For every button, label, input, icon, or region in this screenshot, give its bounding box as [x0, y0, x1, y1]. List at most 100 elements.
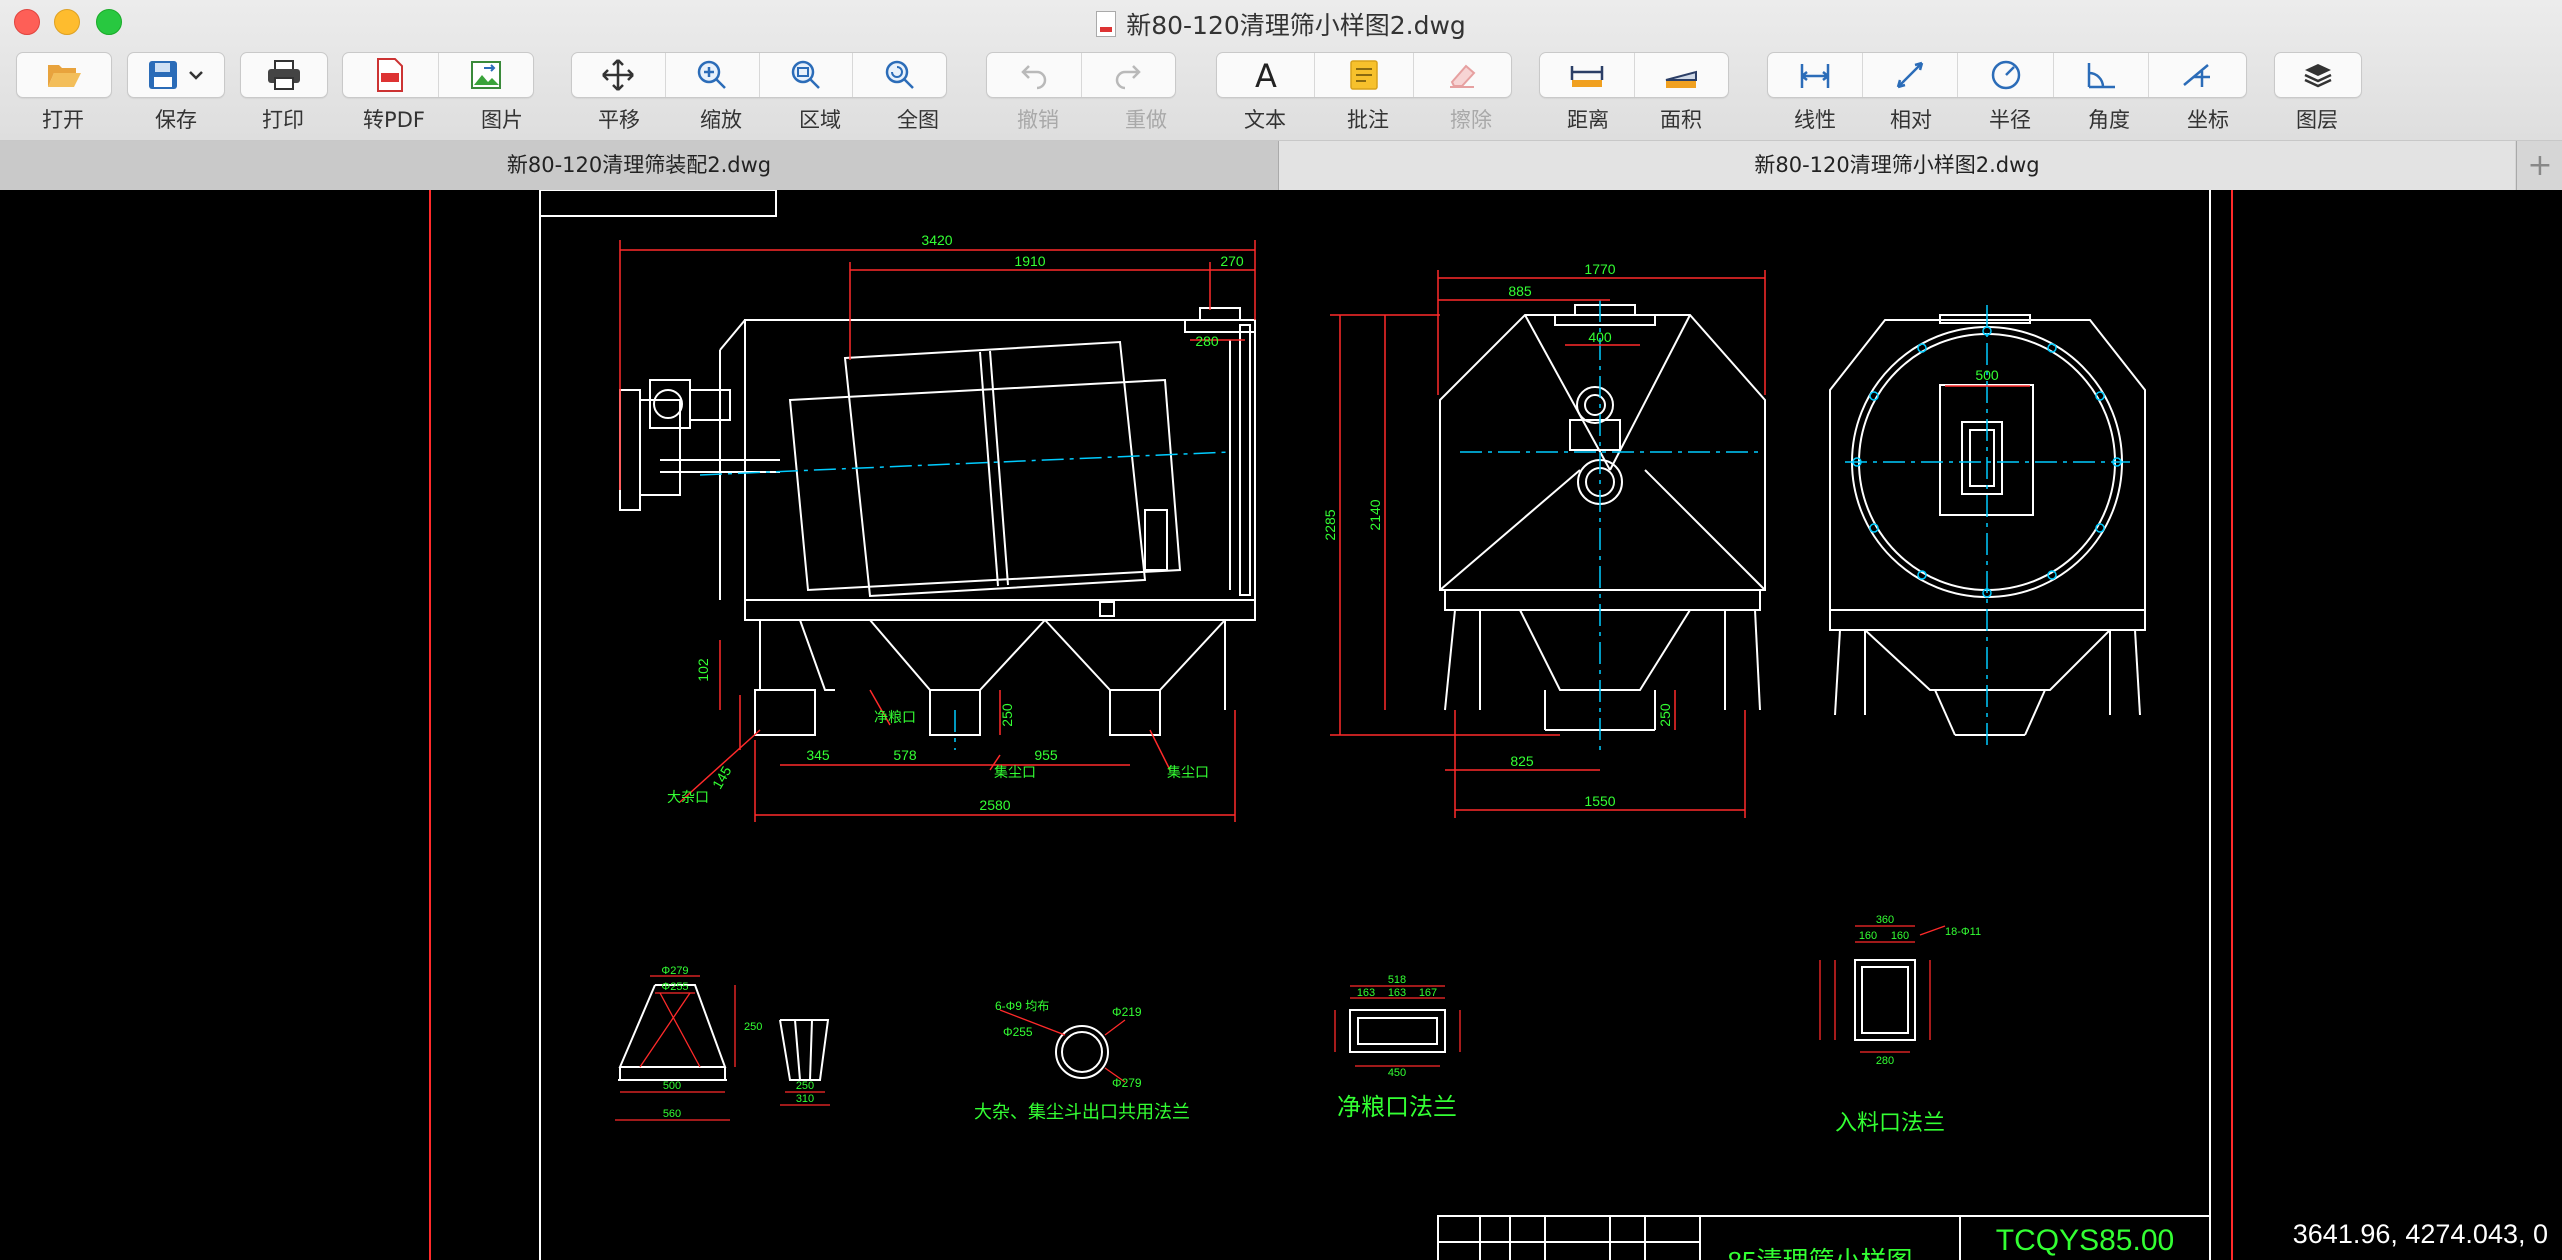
image-button[interactable] — [437, 53, 534, 97]
cad-drawing: TCQYS85.00 85清理筛小样图 — [429, 190, 2233, 1260]
layers-stack-icon — [2304, 64, 2332, 88]
floppy-disk-icon — [149, 61, 177, 89]
toolbar-group-export — [342, 52, 534, 98]
dim-2140: 2140 — [1367, 499, 1383, 530]
c-note3: Φ219 — [1112, 1005, 1142, 1019]
front-view-dimensions — [1330, 270, 1766, 818]
redo-arrow-icon — [1116, 65, 1142, 90]
dim-2285: 2285 — [1322, 509, 1338, 540]
c-caption: 大杂、集尘斗出口共用法兰 — [974, 1102, 1190, 1122]
side-view — [619, 307, 1256, 736]
f2-b: 160 — [1891, 930, 1909, 942]
tab-sample-drawing[interactable]: 新80-120清理筛小样图2.dwg — [1279, 141, 2515, 190]
dim-1550: 1550 — [1584, 793, 1615, 809]
toolbar-group-annotate: A — [1216, 52, 1512, 98]
title-toolbar: 新80-120清理筛小样图2.dwg 打开 保存 打印 转PDF 图片 平移 缩… — [0, 0, 2562, 141]
pan-button[interactable] — [572, 53, 665, 97]
print-button[interactable] — [241, 53, 327, 97]
area-measure-icon — [1665, 70, 1698, 88]
zoom-magnifier-icon — [697, 60, 727, 89]
undo-button[interactable] — [987, 53, 1081, 97]
f2-a: 160 — [1859, 930, 1877, 942]
area-label: 面积 — [1660, 108, 1702, 132]
p2-b2: 310 — [796, 1093, 814, 1105]
image-export-icon — [470, 61, 501, 89]
toolbar-group-open — [16, 52, 112, 98]
image-label: 图片 — [481, 108, 523, 132]
p1-side: 250 — [744, 1021, 762, 1033]
note-button[interactable] — [1314, 53, 1412, 97]
detail-clean-grain-flange — [1349, 1009, 1446, 1053]
pan-label: 平移 — [598, 108, 640, 132]
region-label: 区域 — [799, 108, 841, 132]
to-pdf-button[interactable] — [343, 53, 438, 97]
folder-open-icon — [48, 65, 81, 87]
f2-caption: 入料口法兰 — [1835, 1110, 1945, 1135]
front-view — [1439, 304, 1766, 731]
open-button[interactable] — [17, 53, 111, 97]
cursor-coordinates: 3641.96, 4274.043, 0 — [2292, 1219, 2548, 1249]
dim-825: 825 — [1510, 753, 1534, 769]
dim-270: 270 — [1220, 253, 1244, 269]
toolbar-group-dimension — [1767, 52, 2247, 98]
c-note2: Φ255 — [1003, 1025, 1033, 1039]
relative-label: 相对 — [1890, 108, 1932, 132]
f1-a: 163 — [1357, 987, 1375, 999]
titleblock-name: 85清理筛小样图 — [1728, 1246, 1913, 1260]
erase-button[interactable] — [1412, 53, 1511, 97]
printer-icon — [268, 60, 300, 90]
zoom-button[interactable] — [664, 53, 759, 97]
p2-b1: 250 — [796, 1080, 814, 1092]
linear-dim-button[interactable] — [1768, 53, 1862, 97]
detail-transition — [618, 984, 830, 1081]
print-label: 打印 — [262, 108, 304, 132]
dim-1910: 1910 — [1014, 253, 1045, 269]
redo-label: 重做 — [1125, 108, 1167, 132]
sheet-frame — [429, 190, 2233, 1260]
radius-dim-button[interactable] — [1957, 53, 2052, 97]
coordinate-dim-button[interactable] — [2147, 53, 2246, 97]
text-button[interactable]: A — [1217, 53, 1314, 97]
save-label: 保存 — [155, 108, 197, 132]
detail-inlet-flange — [1854, 959, 1916, 1041]
dim-250-front: 250 — [1657, 703, 1673, 727]
redo-button[interactable] — [1080, 53, 1176, 97]
layers-label: 图层 — [2296, 108, 2338, 132]
radius-dimension-icon — [1991, 60, 2020, 90]
region-zoom-button[interactable] — [758, 53, 853, 97]
zoom-label: 缩放 — [700, 108, 742, 132]
save-button[interactable] — [128, 53, 224, 97]
undo-label: 撤销 — [1017, 108, 1059, 132]
to-pdf-label: 转PDF — [363, 108, 425, 132]
distance-button[interactable] — [1540, 53, 1634, 97]
toolbar-group-measure — [1539, 52, 1729, 98]
c-note4: Φ279 — [1112, 1076, 1142, 1090]
angle-dimension-icon — [2087, 63, 2115, 89]
f2-top: 360 — [1876, 914, 1894, 926]
dim-578: 578 — [893, 747, 917, 763]
f1-top: 518 — [1388, 974, 1406, 986]
titleblock-code: TCQYS85.00 — [1996, 1224, 2174, 1257]
dim-145: 145 — [709, 763, 735, 791]
svg-text:A: A — [1255, 58, 1277, 92]
p1-mid: Φ255 — [661, 981, 688, 993]
chevron-down-icon[interactable] — [187, 69, 205, 81]
aligned-dim-button[interactable] — [1862, 53, 1957, 97]
tab-assembly-drawing[interactable]: 新80-120清理筛装配2.dwg — [0, 141, 1279, 190]
toolbar-group-save — [127, 52, 225, 98]
linear-dimension-icon — [1800, 64, 1830, 88]
p1-top: Φ279 — [661, 965, 688, 977]
radius-label: 半径 — [1989, 108, 2031, 132]
drawing-canvas[interactable]: TCQYS85.00 85清理筛小样图 — [0, 190, 2562, 1260]
full-extent-button[interactable] — [852, 53, 946, 97]
p1-b2: 560 — [663, 1108, 681, 1120]
undo-arrow-icon — [1020, 65, 1046, 90]
pdf-file-icon — [377, 58, 404, 92]
region-zoom-icon — [791, 60, 820, 89]
new-tab-button[interactable]: + — [2516, 141, 2562, 190]
area-button[interactable] — [1633, 53, 1729, 97]
layers-button[interactable] — [2275, 53, 2361, 97]
text-a-icon: A — [1255, 58, 1277, 92]
angle-dim-button[interactable] — [2052, 53, 2148, 97]
f1-c: 167 — [1419, 987, 1437, 999]
